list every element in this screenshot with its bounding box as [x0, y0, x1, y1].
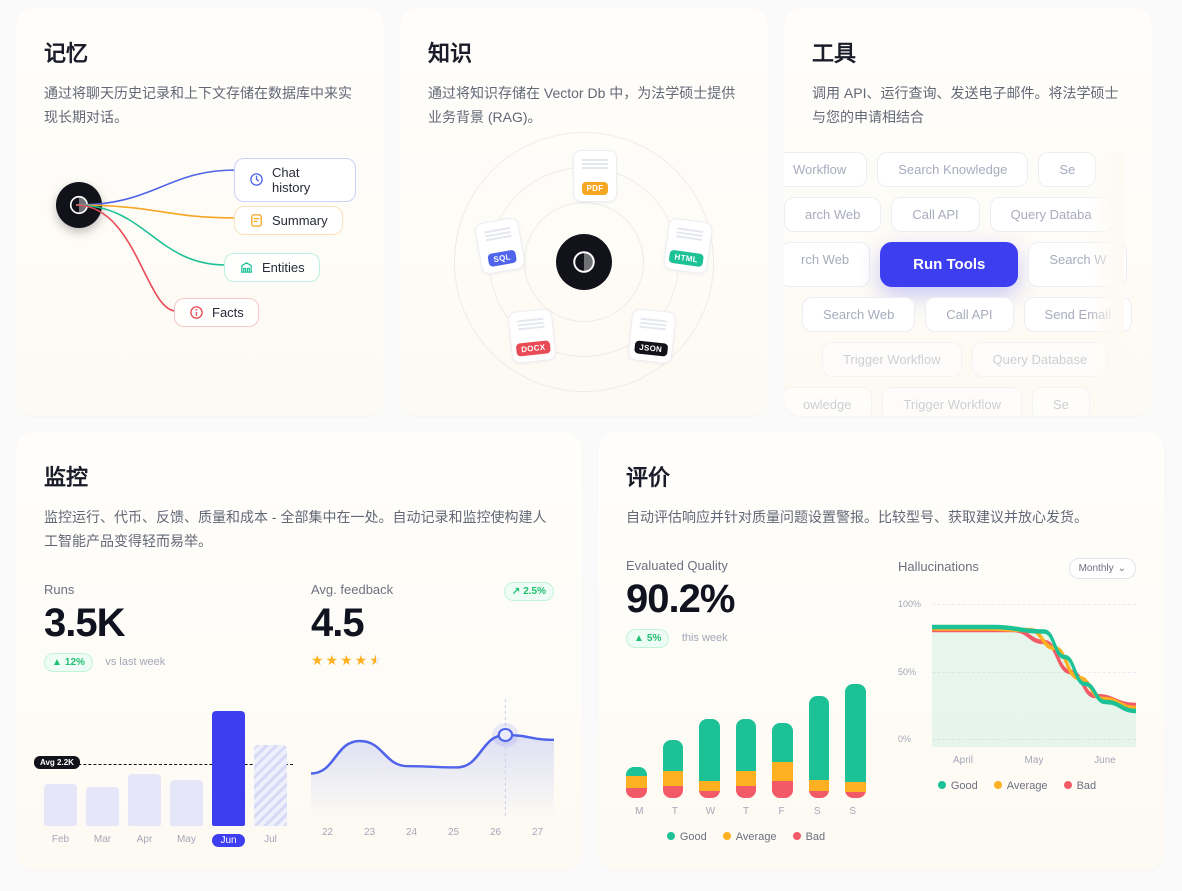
- quality-legend: Good Average Bad: [626, 831, 866, 843]
- tools-title: 工具: [812, 36, 1124, 68]
- trend-up-icon: ▲: [52, 657, 62, 668]
- runs-bar: [212, 711, 245, 825]
- knowledge-hub-icon: [556, 234, 612, 290]
- evals-card: 评价 自动评估响应并针对质量问题设置警报。比较型号、获取建议并放心发货。 Eva…: [598, 432, 1164, 870]
- runs-bar: [86, 787, 119, 826]
- monitoring-desc: 监控运行、代币、反馈、质量和成本 - 全部集中在一处。自动记录和监控使构建人工智…: [44, 506, 554, 554]
- knowledge-desc: 通过将知识存储在 Vector Db 中，为法学硕士提供业务背景 (RAG)。: [428, 82, 740, 130]
- hallucinations-chart: 100% 50% 0%: [898, 597, 1136, 747]
- runs-sub: vs last week: [105, 656, 165, 668]
- hallucinations-panel: Hallucinations Monthly⌄ 100% 50% 0% Apri…: [898, 558, 1136, 843]
- building-icon: [239, 260, 254, 275]
- memory-card: 记忆 通过将聊天历史记录和上下文存储在数据库中来实现长期对话。 Chat his…: [16, 8, 384, 416]
- quality-pct-tag: ▲5%: [626, 629, 669, 648]
- feedback-stars: ★★★★★★: [311, 652, 554, 669]
- runs-bar: [254, 745, 287, 826]
- runs-bar: [128, 774, 161, 826]
- tool-pill: Workflow: [784, 152, 867, 187]
- feedback-panel: Avg. feedback ↗2.5% 4.5 ★★★★★★ 222324252…: [311, 582, 554, 847]
- file-sql: SQL: [474, 216, 526, 275]
- monitoring-card: 监控 监控运行、代币、反馈、质量和成本 - 全部集中在一处。自动记录和监控使构建…: [16, 432, 582, 870]
- quality-panel: Evaluated Quality 90.2% ▲5% this week MT…: [626, 558, 866, 843]
- tool-pill: Call API: [925, 297, 1013, 332]
- hallucinations-legend: Good Average Bad: [898, 780, 1136, 792]
- trend-up-icon: ↗: [512, 586, 520, 597]
- feedback-pct-tag: ↗2.5%: [504, 582, 554, 601]
- runs-label: Runs: [44, 582, 287, 597]
- quality-label: Evaluated Quality: [626, 558, 866, 573]
- knowledge-diagram: PDF SQL HTML DOCX JSON: [428, 150, 740, 375]
- avg-chip: Avg 2.2K: [34, 756, 80, 769]
- tool-pill: Trigger Workflow: [822, 342, 962, 377]
- hallucinations-axis: AprilMayJune: [932, 755, 1136, 766]
- feedback-chart: [311, 699, 554, 819]
- file-html: HTML: [663, 217, 714, 275]
- hallucinations-label: Hallucinations: [898, 559, 979, 574]
- runs-axis: FebMarAprMayJunJul: [44, 834, 287, 847]
- runs-panel: Runs 3.5K ▲12% vs last week Avg 2.2K Feb…: [44, 582, 287, 847]
- run-tools-button[interactable]: Run Tools: [880, 242, 1018, 287]
- file-docx: DOCX: [507, 307, 556, 363]
- feedback-axis: 222324252627: [311, 827, 554, 838]
- knowledge-title: 知识: [428, 36, 740, 68]
- monitoring-title: 监控: [44, 460, 554, 492]
- memory-node-summary: Summary: [234, 206, 343, 235]
- tools-pill-cloud: WorkflowSearch KnowledgeSearch WebCall A…: [812, 152, 1124, 382]
- memory-diagram: Chat history Summary Entities Facts: [44, 158, 356, 368]
- clock-icon: [249, 172, 264, 187]
- tool-pill: Call API: [891, 197, 979, 232]
- tool-pill: Se: [1032, 387, 1090, 416]
- runs-value: 3.5K: [44, 601, 287, 646]
- quality-axis: MTWTFSS: [626, 806, 866, 817]
- runs-bar: [170, 780, 203, 826]
- tools-desc: 调用 API、运行查询、发送电子邮件。将法学硕士与您的申请相结合: [812, 82, 1124, 130]
- memory-desc: 通过将聊天历史记录和上下文存储在数据库中来实现长期对话。: [44, 82, 356, 130]
- feedback-value: 4.5: [311, 601, 554, 646]
- knowledge-card: 知识 通过将知识存储在 Vector Db 中，为法学硕士提供业务背景 (RAG…: [400, 8, 768, 416]
- quality-sub: this week: [682, 632, 728, 644]
- quality-chart: [626, 678, 866, 798]
- evals-desc: 自动评估响应并针对质量问题设置警报。比较型号、获取建议并放心发货。: [626, 506, 1136, 530]
- tool-pill: Trigger Workflow: [882, 387, 1022, 416]
- runs-chart: Avg 2.2K: [44, 696, 287, 826]
- memory-title: 记忆: [44, 36, 356, 68]
- tool-pill: owledge: [784, 387, 872, 416]
- file-json: JSON: [627, 307, 676, 363]
- evals-title: 评价: [626, 460, 1136, 492]
- memory-node-chat-history: Chat history: [234, 158, 356, 202]
- trend-up-icon: ▲: [634, 633, 644, 644]
- memory-node-entities: Entities: [224, 253, 320, 282]
- tool-pill: Search Knowledge: [877, 152, 1028, 187]
- runs-bar: [44, 784, 77, 826]
- quality-value: 90.2%: [626, 577, 866, 622]
- tool-pill: arch Web: [784, 197, 881, 232]
- tools-card: 工具 调用 API、运行查询、发送电子邮件。将法学硕士与您的申请相结合 Work…: [784, 8, 1152, 416]
- period-dropdown[interactable]: Monthly⌄: [1069, 558, 1136, 579]
- file-pdf: PDF: [573, 150, 617, 202]
- memory-node-facts: Facts: [174, 298, 259, 327]
- runs-pct-tag: ▲12%: [44, 653, 93, 672]
- chevron-down-icon: ⌄: [1118, 563, 1126, 574]
- feedback-label: Avg. feedback: [311, 582, 393, 597]
- info-icon: [189, 305, 204, 320]
- tool-pill: rch Web: [784, 242, 870, 287]
- tool-pill: Search Web: [802, 297, 915, 332]
- document-icon: [249, 213, 264, 228]
